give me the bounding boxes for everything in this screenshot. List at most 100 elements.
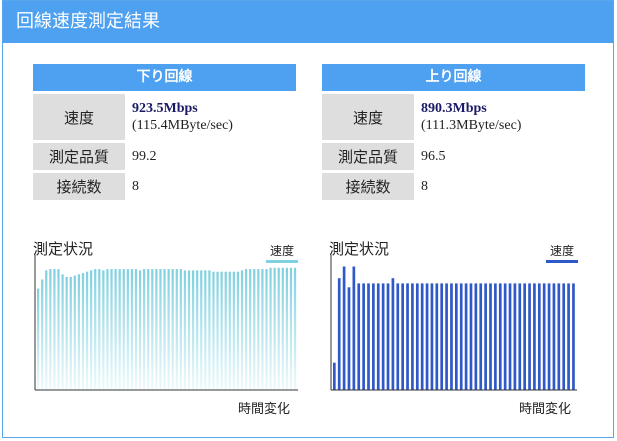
- download-chart-bar: [236, 271, 240, 390]
- upload-chart-bar: [430, 283, 434, 390]
- upload-chart-bar: [503, 283, 507, 390]
- download-chart-bar: [61, 274, 64, 390]
- download-chart-bar: [204, 270, 207, 390]
- download-chart-bar: [281, 267, 284, 390]
- download-chart-bar: [69, 276, 72, 390]
- download-chart-bar: [126, 269, 129, 390]
- download-chart-bar: [187, 270, 191, 390]
- download-speed-label: 速度: [33, 94, 125, 140]
- download-quality-row: 測定品質 99.2: [33, 143, 296, 170]
- upload-chart-bar: [411, 283, 414, 390]
- download-chart-bar: [41, 279, 44, 390]
- download-speed-row: 速度 923.5Mbps (115.4MByte/sec): [33, 94, 296, 140]
- download-connections-value: 8: [132, 178, 139, 194]
- download-chart-bar: [175, 269, 178, 390]
- download-speed-mbytes: (115.4MByte/sec): [132, 118, 233, 133]
- upload-chart-bar: [425, 283, 429, 390]
- download-chart-bar: [293, 267, 297, 390]
- upload-chart-bar: [508, 283, 512, 390]
- download-chart-bar: [163, 269, 166, 390]
- download-quality-label: 測定品質: [33, 143, 125, 170]
- download-connections-row: 接続数 8: [33, 173, 296, 200]
- download-chart-bar: [228, 271, 231, 390]
- upload-quality-value: 96.5: [421, 148, 446, 164]
- download-chart-bar: [273, 267, 276, 390]
- upload-chart-bar: [420, 283, 424, 390]
- download-chart-bar: [249, 269, 252, 390]
- download-chart-bar: [159, 269, 162, 390]
- download-chart-bar: [53, 269, 56, 390]
- download-chart-bar: [81, 273, 85, 390]
- download-chart-bar: [147, 269, 150, 390]
- upload-chart-bar: [376, 283, 380, 390]
- download-chart-bar: [212, 271, 215, 390]
- download-chart-bar: [196, 270, 199, 390]
- upload-chart-bar: [474, 283, 478, 390]
- download-chart-bar: [122, 269, 125, 390]
- upload-connections-value: 8: [421, 178, 428, 194]
- download-chart-bar: [143, 269, 146, 390]
- download-chart-bar: [257, 269, 260, 390]
- download-chart-bar: [269, 267, 272, 390]
- download-chart-bar: [155, 269, 158, 390]
- upload-chart-bar: [337, 278, 341, 390]
- upload-chart-bar: [381, 283, 385, 390]
- upload-chart-bar: [489, 283, 492, 390]
- download-chart-bar: [134, 269, 138, 390]
- download-chart-bar: [167, 269, 170, 390]
- download-speed-chart: [34, 255, 298, 391]
- upload-chart-bar: [401, 283, 404, 390]
- download-connections-label: 接続数: [33, 173, 125, 200]
- upload-speed-row: 速度 890.3Mbps (111.3MByte/sec): [322, 94, 585, 140]
- download-chart-bar: [151, 269, 154, 390]
- upload-chart-bar: [533, 283, 536, 390]
- download-panel: 下り回線 速度 923.5Mbps (115.4MByte/sec) 測定品質 …: [33, 64, 296, 200]
- download-chart-bar: [220, 271, 223, 390]
- upload-chart-bar: [464, 283, 468, 390]
- upload-chart-bar: [557, 283, 561, 390]
- upload-chart-bar: [352, 266, 356, 390]
- upload-chart-bar: [552, 283, 556, 390]
- download-chart-bar: [49, 269, 52, 390]
- upload-chart-bar: [484, 283, 487, 390]
- download-chart-bar: [73, 275, 76, 390]
- upload-header: 上り回線: [322, 64, 585, 91]
- download-speed-mbps: 923.5Mbps: [132, 101, 198, 116]
- download-chart-bar: [85, 271, 89, 390]
- upload-chart-bar: [528, 283, 531, 390]
- download-header: 下り回線: [33, 64, 296, 91]
- download-chart-bar: [90, 270, 93, 390]
- download-chart-bar: [285, 267, 289, 390]
- upload-chart-bar: [469, 283, 473, 390]
- upload-chart-bar: [523, 283, 526, 390]
- download-chart-bar: [216, 271, 219, 390]
- upload-chart-bar: [572, 283, 575, 390]
- download-chart-bar: [224, 271, 227, 390]
- upload-chart-bar: [435, 283, 439, 390]
- upload-chart-bar: [406, 283, 409, 390]
- download-chart-bar: [265, 269, 268, 390]
- download-chart-xlabel: 時間変化: [238, 402, 291, 417]
- download-chart-bar: [191, 270, 195, 390]
- upload-chart-bar: [459, 283, 463, 390]
- download-quality-value: 99.2: [132, 148, 157, 164]
- upload-chart-bar: [440, 283, 444, 390]
- upload-chart-bar: [498, 283, 502, 390]
- download-chart-bar: [45, 270, 48, 390]
- upload-chart-bar: [479, 283, 483, 390]
- upload-quality-label: 測定品質: [322, 143, 414, 170]
- upload-chart-bar: [562, 283, 566, 390]
- download-chart-bar: [65, 276, 68, 390]
- upload-chart-bar: [386, 283, 390, 390]
- upload-chart-bar: [342, 266, 346, 390]
- upload-chart-bar: [547, 283, 551, 390]
- download-chart-bar: [118, 269, 121, 390]
- download-chart-bar: [77, 274, 81, 390]
- download-chart-bar: [200, 270, 203, 390]
- upload-speed-label: 速度: [322, 94, 414, 140]
- download-chart-bar: [179, 269, 182, 390]
- download-chart-bar: [57, 269, 60, 390]
- download-chart-bar: [208, 270, 211, 390]
- download-speed-value: 923.5Mbps (115.4MByte/sec): [125, 94, 233, 140]
- upload-speed-value: 890.3Mbps (111.3MByte/sec): [414, 94, 521, 140]
